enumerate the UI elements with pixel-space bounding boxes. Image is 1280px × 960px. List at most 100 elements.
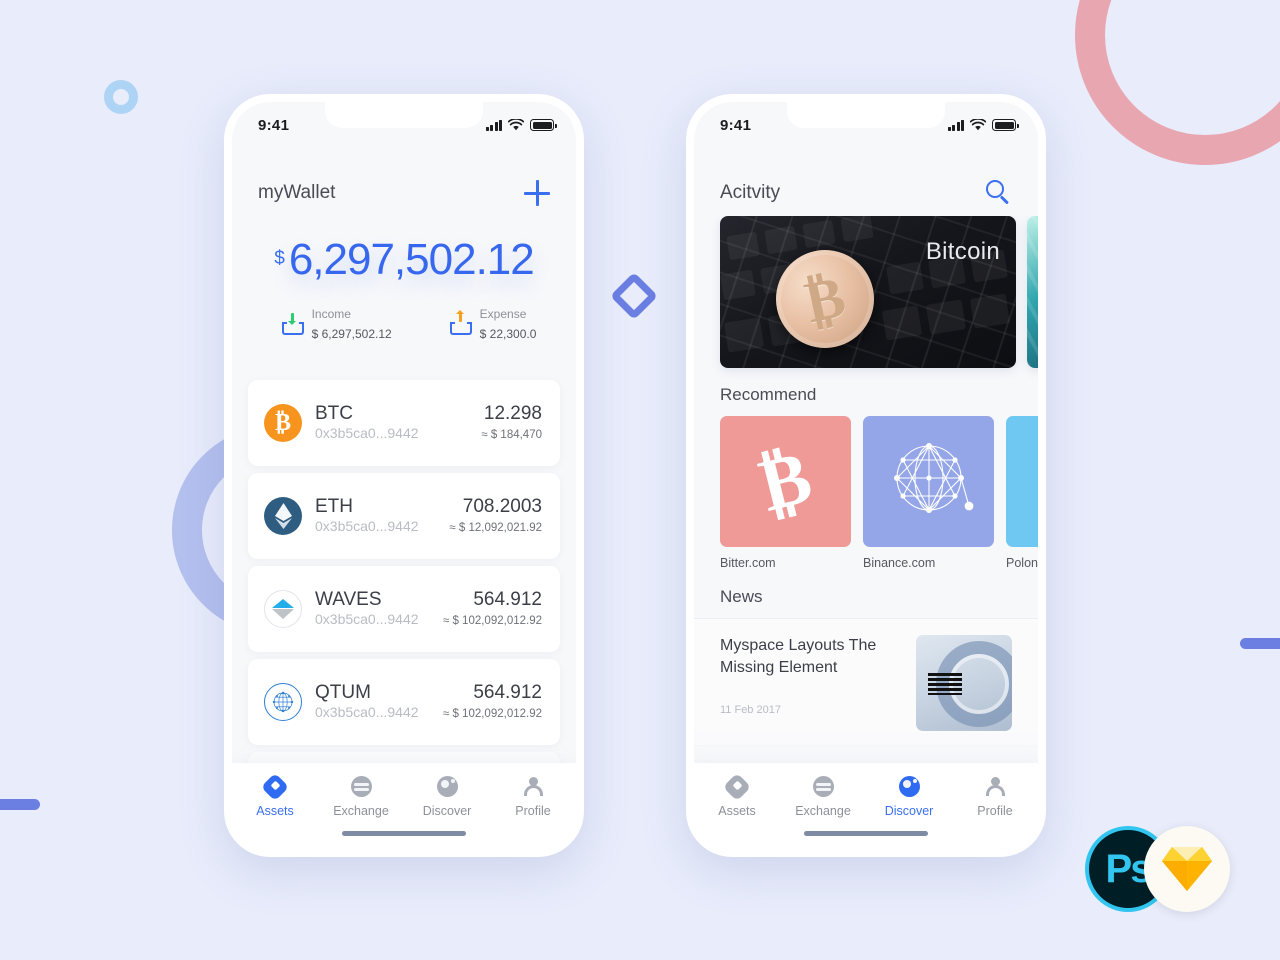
decorative-bar-right bbox=[1240, 638, 1280, 649]
bitcoin-icon: ₿ bbox=[264, 404, 302, 442]
income-label: Income bbox=[311, 307, 351, 321]
tab-label: Exchange bbox=[333, 804, 389, 818]
asset-symbol: QTUM bbox=[315, 682, 371, 704]
news-date: 11 Feb 2017 bbox=[720, 704, 781, 717]
asset-fiat-value: ≈ $ 12,092,021.92 bbox=[449, 521, 542, 534]
qtum-glyph-icon bbox=[272, 691, 294, 713]
ethereum-glyph-icon bbox=[274, 503, 292, 529]
list-item[interactable]: Binance.com bbox=[863, 416, 994, 570]
status-time: 9:41 bbox=[720, 116, 752, 134]
list-item[interactable]: Myspace Layouts The Missing Element 11 F… bbox=[694, 618, 1038, 745]
tab-label: Discover bbox=[884, 804, 934, 818]
balance-block: $ 6,297,502.12 Income $ 6,297,502.12 Exp… bbox=[232, 238, 576, 344]
asset-address: 0x3b5ca0...9442 bbox=[315, 424, 419, 441]
ethereum-icon bbox=[264, 497, 302, 535]
status-time: 9:41 bbox=[258, 116, 290, 134]
phone-wallet: 9:41 myWallet $ 6,297,502.12 Income $ 6,… bbox=[224, 94, 584, 857]
sketch-diamond-icon bbox=[1162, 847, 1212, 891]
asset-fiat-value: ≈ $ 102,092,012.92 bbox=[442, 614, 542, 627]
recommend-label: Poloniex.com bbox=[1006, 556, 1038, 570]
tool-logos: Ps bbox=[1085, 826, 1235, 916]
wallet-screen: 9:41 myWallet $ 6,297,502.12 Income $ 6,… bbox=[232, 102, 576, 849]
home-indicator[interactable] bbox=[804, 831, 928, 836]
page-title: Acitvity bbox=[720, 182, 781, 203]
discover-screen: 9:41 Acitvity ₿ Bitcoin Recommend ₿ Bitt… bbox=[694, 102, 1038, 849]
tab-discover[interactable]: Discover bbox=[866, 775, 952, 818]
battery-icon bbox=[530, 119, 557, 131]
asset-symbol: WAVES bbox=[315, 589, 382, 611]
income-expense-row: Income $ 6,297,502.12 Expense $ 22,300.0 bbox=[232, 304, 576, 344]
plus-icon[interactable] bbox=[524, 180, 550, 206]
device-notch bbox=[787, 102, 945, 128]
balance-amount: 6,297,502.12 bbox=[288, 235, 535, 284]
exchange-waves-icon bbox=[350, 775, 373, 798]
page-title: myWallet bbox=[258, 182, 336, 203]
recommend-tile[interactable] bbox=[863, 416, 994, 547]
home-indicator[interactable] bbox=[342, 831, 466, 836]
tab-bar: Assets Exchange Discover Profile bbox=[232, 763, 576, 849]
bitcoin-glyph-icon: ₿ bbox=[751, 435, 820, 528]
tab-label: Profile bbox=[515, 804, 551, 818]
balance-row: $ 6,297,502.12 bbox=[232, 238, 576, 282]
ibm-logo-icon bbox=[928, 673, 962, 695]
person-icon bbox=[984, 775, 1007, 798]
wifi-icon bbox=[508, 119, 524, 131]
tab-profile[interactable]: Profile bbox=[952, 775, 1038, 818]
tab-exchange[interactable]: Exchange bbox=[780, 775, 866, 818]
table-row[interactable]: ₿ BTC 0x3b5ca0...9442 12.298 ≈ $ 184,470 bbox=[248, 380, 560, 466]
asset-symbol: BTC bbox=[315, 403, 353, 425]
wifi-icon bbox=[970, 119, 986, 131]
qtum-icon bbox=[264, 683, 302, 721]
income-summary[interactable]: Income $ 6,297,502.12 bbox=[281, 304, 392, 344]
tab-label: Discover bbox=[422, 804, 472, 818]
expense-value: $ 22,300.0 bbox=[479, 327, 537, 341]
recommend-tile[interactable]: ₿ bbox=[720, 416, 851, 547]
tab-bar: Assets Exchange Discover Profile bbox=[694, 763, 1038, 849]
compass-icon bbox=[436, 775, 459, 798]
cellular-signal-icon bbox=[485, 119, 502, 131]
tab-discover[interactable]: Discover bbox=[404, 775, 490, 818]
tab-profile[interactable]: Profile bbox=[490, 775, 576, 818]
news-headline: Myspace Layouts The Missing Element bbox=[720, 637, 877, 676]
section-title-recommend: Recommend bbox=[720, 385, 817, 404]
asset-amount: 708.2003 bbox=[462, 496, 542, 518]
wallet-header: myWallet bbox=[232, 180, 576, 206]
decorative-bar-left bbox=[0, 799, 40, 810]
banner-carousel[interactable]: ₿ Bitcoin bbox=[694, 216, 1038, 368]
banner-bitcoin[interactable]: ₿ Bitcoin bbox=[720, 216, 1016, 368]
income-value: $ 6,297,502.12 bbox=[311, 327, 392, 341]
tab-assets[interactable]: Assets bbox=[694, 772, 780, 818]
discover-content: ₿ Bitcoin Recommend ₿ Bitter.com Binance… bbox=[694, 216, 1038, 849]
table-row[interactable]: WAVES 0x3b5ca0...9442 564.912 ≈ $ 102,09… bbox=[248, 566, 560, 652]
cellular-signal-icon bbox=[947, 119, 964, 131]
expense-label: Expense bbox=[479, 307, 527, 321]
tab-label: Profile bbox=[977, 804, 1013, 818]
discover-header: Acitvity bbox=[694, 180, 1038, 206]
balance-currency-symbol: $ bbox=[274, 248, 285, 269]
expense-summary[interactable]: Expense $ 22,300.0 bbox=[449, 304, 537, 344]
device-notch bbox=[325, 102, 483, 128]
asset-amount: 564.912 bbox=[473, 682, 542, 704]
diamond-icon bbox=[722, 772, 752, 801]
phone-discover: 9:41 Acitvity ₿ Bitcoin Recommend ₿ Bitt… bbox=[686, 94, 1046, 857]
recommend-row: ₿ Bitter.com Binance.com Poloni bbox=[694, 416, 1038, 570]
person-icon bbox=[522, 775, 545, 798]
battery-icon bbox=[992, 119, 1019, 131]
recommend-label: Bitter.com bbox=[720, 556, 776, 570]
tab-exchange[interactable]: Exchange bbox=[318, 775, 404, 818]
table-row[interactable]: QTUM 0x3b5ca0...9442 564.912 ≈ $ 102,092… bbox=[248, 659, 560, 745]
asset-fiat-value: ≈ $ 102,092,012.92 bbox=[442, 707, 542, 720]
list-item[interactable]: ₿ Bitter.com bbox=[720, 416, 851, 570]
sketch-icon bbox=[1144, 826, 1230, 912]
status-icons bbox=[485, 119, 557, 131]
table-row[interactable]: ETH 0x3b5ca0...9442 708.2003 ≈ $ 12,092,… bbox=[248, 473, 560, 559]
compass-icon bbox=[898, 775, 921, 798]
banner-secondary[interactable] bbox=[1027, 216, 1038, 368]
tab-label: Exchange bbox=[795, 804, 851, 818]
search-icon[interactable] bbox=[986, 180, 1012, 206]
decorative-pink-ring bbox=[1075, 0, 1280, 165]
network-sphere-icon bbox=[893, 442, 973, 513]
list-item[interactable]: Poloniex.com bbox=[1006, 416, 1038, 570]
tab-assets[interactable]: Assets bbox=[232, 772, 318, 818]
recommend-tile[interactable] bbox=[1006, 416, 1038, 547]
